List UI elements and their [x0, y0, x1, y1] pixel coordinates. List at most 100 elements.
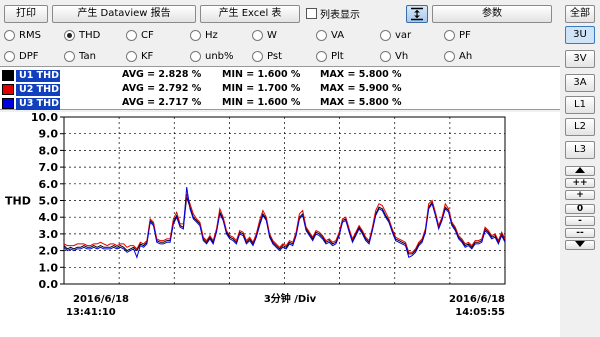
radio-kf[interactable]: KF	[126, 49, 153, 63]
legend-max: MAX = 5.800 %	[320, 97, 402, 108]
radio-label: RMS	[19, 29, 41, 41]
radio-label: KF	[141, 50, 154, 62]
radio-dpf[interactable]: DPF	[4, 49, 38, 63]
legend-swatch[interactable]	[2, 84, 14, 95]
radio-circle[interactable]	[4, 29, 15, 41]
radio-label: Hz	[205, 29, 218, 41]
radio-tan[interactable]: Tan	[64, 49, 96, 63]
legend-swatch[interactable]	[2, 70, 14, 81]
zoom-button-3[interactable]: -	[565, 216, 595, 226]
radio-circle[interactable]	[126, 50, 137, 62]
radio-unbpct[interactable]: unb%	[190, 49, 234, 63]
radio-ah[interactable]: Ah	[444, 49, 472, 63]
radio-circle[interactable]	[316, 29, 327, 41]
legend-swatch[interactable]	[2, 98, 14, 109]
radio-label: THD	[79, 29, 101, 41]
radio-circle[interactable]	[4, 50, 15, 62]
radio-circle[interactable]	[444, 29, 455, 41]
radio-cf[interactable]: CF	[126, 28, 154, 42]
y-tick-label: 5.0	[39, 195, 59, 208]
radio-w[interactable]: W	[252, 28, 277, 42]
chart-area: 0.0 1.0 2.0 3.0 4.0 5.0 6.0 7.0 8.0 9.0 10.0 THD 201…	[0, 111, 560, 337]
scroll-down-button[interactable]	[565, 240, 595, 250]
radio-va[interactable]: VA	[316, 28, 344, 42]
dataview-report-button[interactable]: 产生 Dataview 报告	[52, 5, 196, 23]
x-end-time: 14:05:55	[455, 307, 505, 318]
y-tick-label: 1.0	[39, 261, 59, 274]
radio-label: Ah	[459, 50, 473, 62]
legend-avg: AVG = 2.792 %	[122, 83, 202, 94]
radio-circle[interactable]	[252, 50, 263, 62]
radio-circle[interactable]	[64, 29, 75, 41]
zoom-button-4[interactable]: --	[565, 228, 595, 238]
legend-row: U2 THD	[2, 83, 60, 96]
zoom-button-0[interactable]: ++	[565, 178, 595, 188]
radio-label: Plt	[331, 50, 344, 62]
radio-label: Pst	[267, 50, 282, 62]
y-axis-label: THD	[5, 195, 31, 208]
channel-button-3u[interactable]: 3U	[565, 26, 595, 44]
measurement-selector: RMS THD CF Hz W VA var PF DPF Tan KF unb% Pst Plt Vh Ah	[0, 24, 560, 64]
radio-circle[interactable]	[380, 50, 391, 62]
radio-circle[interactable]	[316, 50, 327, 62]
y-tick-label: 0.0	[39, 278, 59, 291]
excel-export-button[interactable]: 产生 Excel 表	[200, 5, 300, 23]
legend-max: MAX = 5.900 %	[320, 83, 402, 94]
radio-pf[interactable]: PF	[444, 28, 471, 42]
channel-button-l3[interactable]: L3	[565, 141, 595, 159]
x-axis-label: 3分钟 /Div	[264, 292, 317, 305]
legend-avg: AVG = 2.828 %	[122, 69, 202, 80]
channel-button-3v[interactable]: 3V	[565, 50, 595, 68]
y-tick-label: 4.0	[39, 211, 59, 224]
radio-circle[interactable]	[190, 50, 201, 62]
triangle-up-icon	[575, 167, 585, 173]
radio-rms[interactable]: RMS	[4, 28, 41, 42]
channel-button-l1[interactable]: L1	[565, 96, 595, 114]
radio-thd[interactable]: THD	[64, 28, 100, 42]
all-button[interactable]: 全部	[565, 5, 595, 23]
triangle-down-icon	[575, 241, 585, 247]
radio-label: Vh	[395, 50, 409, 62]
legend-name: U3 THD	[16, 97, 60, 110]
channel-button-l2[interactable]: L2	[565, 118, 595, 136]
legend-max: MAX = 5.800 %	[320, 69, 402, 80]
legend-name: U2 THD	[16, 83, 60, 96]
y-tick-label: 6.0	[39, 178, 59, 191]
params-button[interactable]: 参数	[432, 5, 552, 23]
radio-vh[interactable]: Vh	[380, 49, 408, 63]
radio-circle[interactable]	[190, 29, 201, 41]
radio-label: var	[395, 29, 412, 41]
radio-label: unb%	[205, 50, 234, 62]
list-display-checkbox[interactable]: 列表显示	[306, 6, 360, 21]
x-end-date: 2016/6/18	[449, 294, 505, 305]
radio-label: DPF	[19, 50, 39, 62]
zoom-button-1[interactable]: +	[565, 190, 595, 200]
fit-vertical-icon	[411, 7, 423, 21]
radio-pst[interactable]: Pst	[252, 49, 282, 63]
y-tick-label: 2.0	[39, 245, 59, 258]
radio-circle[interactable]	[380, 29, 391, 41]
print-button[interactable]: 打印	[4, 5, 48, 23]
legend-row: U3 THD	[2, 97, 60, 110]
channel-button-3a[interactable]: 3A	[565, 74, 595, 92]
thd-chart: 0.0 1.0 2.0 3.0 4.0 5.0 6.0 7.0 8.0 9.0 10.0 THD 201…	[5, 111, 506, 318]
checkbox-box[interactable]	[306, 7, 317, 19]
fit-vertical-button[interactable]	[406, 5, 428, 23]
zoom-button-2[interactable]: 0	[565, 204, 595, 214]
legend-min: MIN = 1.700 %	[222, 83, 301, 94]
x-start-date: 2016/6/18	[73, 294, 129, 305]
radio-circle[interactable]	[126, 29, 137, 41]
radio-circle[interactable]	[64, 50, 75, 62]
radio-plt[interactable]: Plt	[316, 49, 344, 63]
radio-circle[interactable]	[252, 29, 263, 41]
legend-name: U1 THD	[16, 69, 60, 82]
radio-hz[interactable]: Hz	[190, 28, 218, 42]
scroll-up-button[interactable]	[565, 166, 595, 176]
radio-label: VA	[331, 29, 345, 41]
radio-var[interactable]: var	[380, 28, 411, 42]
legend-row: U1 THD	[2, 69, 60, 82]
legend-panel: U1 THD AVG = 2.828 % MIN = 1.600 % MAX = 5.…	[0, 66, 560, 110]
y-tick-label: 9.0	[39, 128, 59, 141]
side-panel: 全部 3U 3V 3A L1 L2 L3 ++ +0- --	[562, 0, 600, 337]
radio-circle[interactable]	[444, 50, 455, 62]
